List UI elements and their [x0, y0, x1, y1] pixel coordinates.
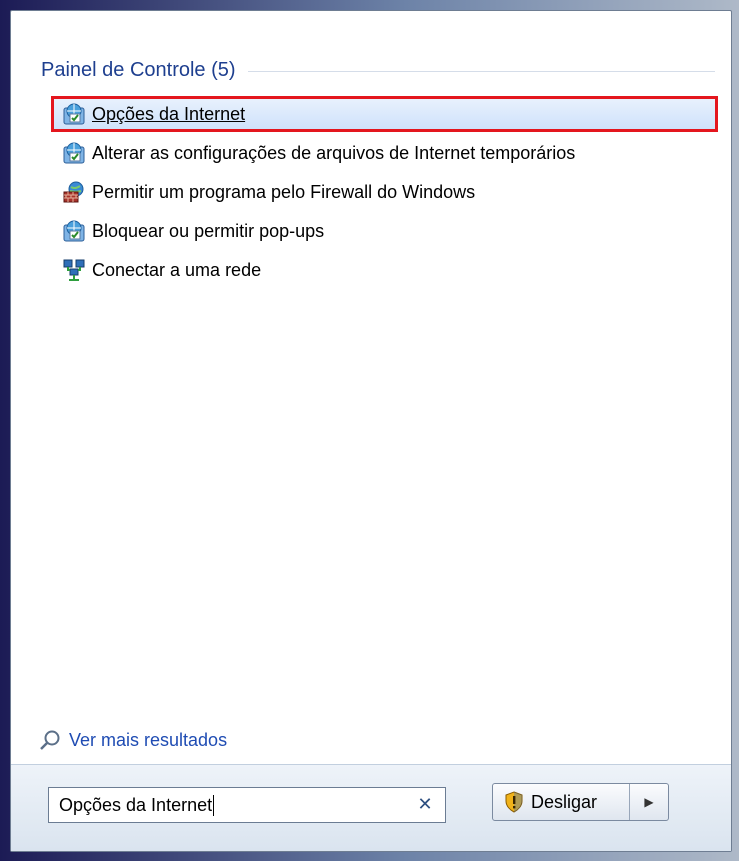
text-cursor — [213, 794, 215, 816]
result-item-label: Bloquear ou permitir pop-ups — [92, 220, 325, 241]
shutdown-button[interactable]: Desligar — [493, 784, 630, 820]
group-title[interactable]: Painel de Controle (5) — [41, 59, 248, 82]
shield-warning-icon — [505, 791, 523, 813]
network-icon — [63, 259, 85, 281]
group-divider — [247, 70, 715, 72]
result-item-label: Opções da Internet — [92, 103, 246, 124]
result-item-temp-files[interactable]: Alterar as configurações de arquivos de … — [51, 135, 718, 171]
result-group-header: Painel de Controle (5) — [41, 55, 715, 85]
result-item-label: Permitir um programa pelo Firewall do Wi… — [92, 181, 476, 202]
shutdown-button-group: Desligar ▶ — [492, 783, 669, 821]
result-list: Opções da Internet Alterar as configuraç… — [51, 96, 718, 291]
start-menu-bottom-bar: Opções da Internet ✕ Desligar ▶ — [11, 764, 731, 851]
firewall-icon — [63, 181, 84, 203]
start-menu: Painel de Controle (5) Opções da Interne… — [10, 10, 732, 852]
window-background: Painel de Controle (5) Opções da Interne… — [0, 0, 739, 861]
result-item-firewall[interactable]: Permitir um programa pelo Firewall do Wi… — [51, 174, 718, 210]
shutdown-options-button[interactable]: ▶ — [630, 784, 668, 820]
result-item-popups[interactable]: Bloquear ou permitir pop-ups — [51, 213, 718, 249]
internet-options-icon — [63, 220, 85, 242]
search-results-pane: Painel de Controle (5) Opções da Interne… — [11, 11, 731, 765]
see-more-results-label: Ver mais resultados — [69, 729, 228, 750]
close-icon[interactable]: ✕ — [415, 795, 435, 815]
see-more-results-link[interactable]: Ver mais resultados — [39, 729, 227, 751]
result-item-internet-options[interactable]: Opções da Internet — [51, 96, 718, 132]
internet-options-icon — [63, 142, 85, 164]
search-icon — [40, 730, 60, 750]
shutdown-label: Desligar — [531, 791, 598, 812]
chevron-right-icon: ▶ — [644, 795, 654, 809]
result-item-connect-network[interactable]: Conectar a uma rede — [51, 252, 718, 288]
search-input-value: Opções da Internet — [59, 794, 213, 815]
result-item-label: Conectar a uma rede — [92, 259, 262, 280]
search-input[interactable]: Opções da Internet ✕ — [48, 787, 446, 823]
internet-options-icon — [63, 103, 85, 125]
result-item-label: Alterar as configurações de arquivos de … — [92, 142, 576, 163]
